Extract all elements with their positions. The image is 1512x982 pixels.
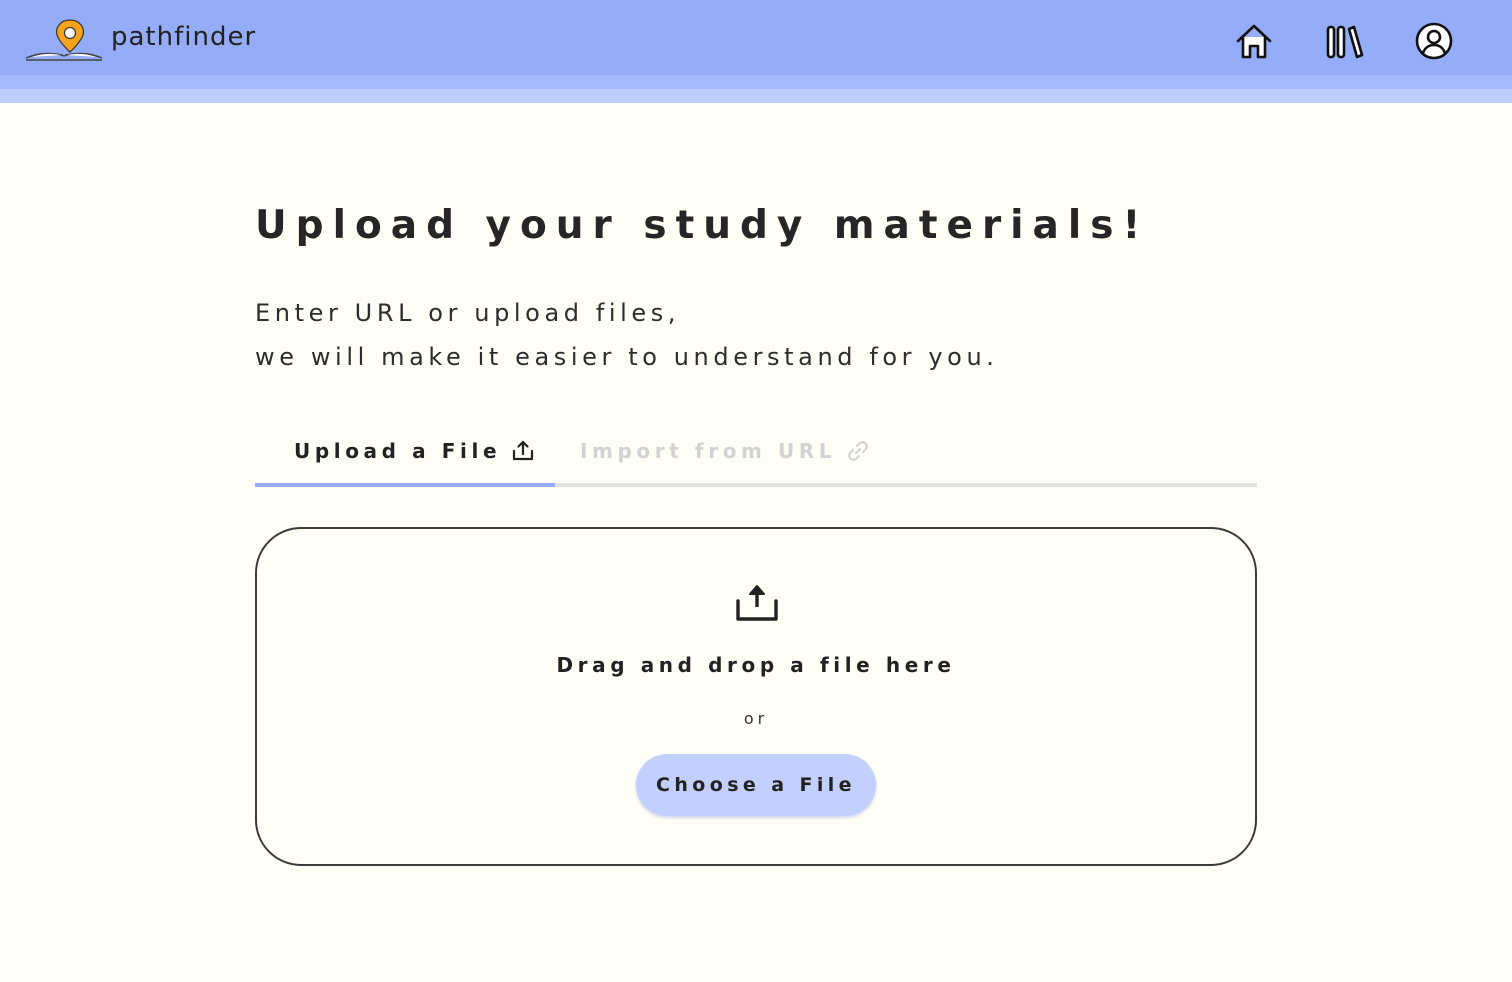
tab-import-url-label: Import from URL: [580, 439, 837, 463]
link-icon: [846, 438, 872, 464]
subtitle-line-2: we will make it easier to understand for…: [255, 343, 999, 371]
active-tab-indicator: [255, 483, 555, 487]
subtitle-line-1: Enter URL or upload files,: [255, 299, 681, 327]
home-icon[interactable]: [1234, 21, 1274, 61]
upload-icon: [511, 438, 537, 464]
dropzone-title: Drag and drop a file here: [556, 653, 956, 677]
tab-upload-file-label: Upload a File: [294, 439, 502, 463]
choose-file-button[interactable]: Choose a File: [636, 754, 876, 816]
page-title: Upload your study materials!: [255, 203, 1150, 248]
tab-import-url[interactable]: Import from URL: [580, 438, 872, 464]
brand-name[interactable]: pathfinder: [111, 22, 256, 52]
dropzone-or: or: [743, 709, 769, 728]
tab-upload-file[interactable]: Upload a File: [294, 438, 537, 464]
upload-icon: [736, 585, 778, 621]
source-tabs: Upload a File Import from URL: [255, 430, 1257, 487]
brand-logo[interactable]: [24, 18, 104, 62]
user-profile-icon[interactable]: [1414, 21, 1454, 61]
logo-pin-book-icon: [25, 19, 103, 61]
file-dropzone[interactable]: Drag and drop a file here or Choose a Fi…: [255, 527, 1257, 866]
top-navigation-bar: pathfinder: [0, 0, 1512, 75]
library-icon[interactable]: [1324, 21, 1364, 61]
header-divider-light: [0, 89, 1512, 103]
header-divider: [0, 75, 1512, 89]
